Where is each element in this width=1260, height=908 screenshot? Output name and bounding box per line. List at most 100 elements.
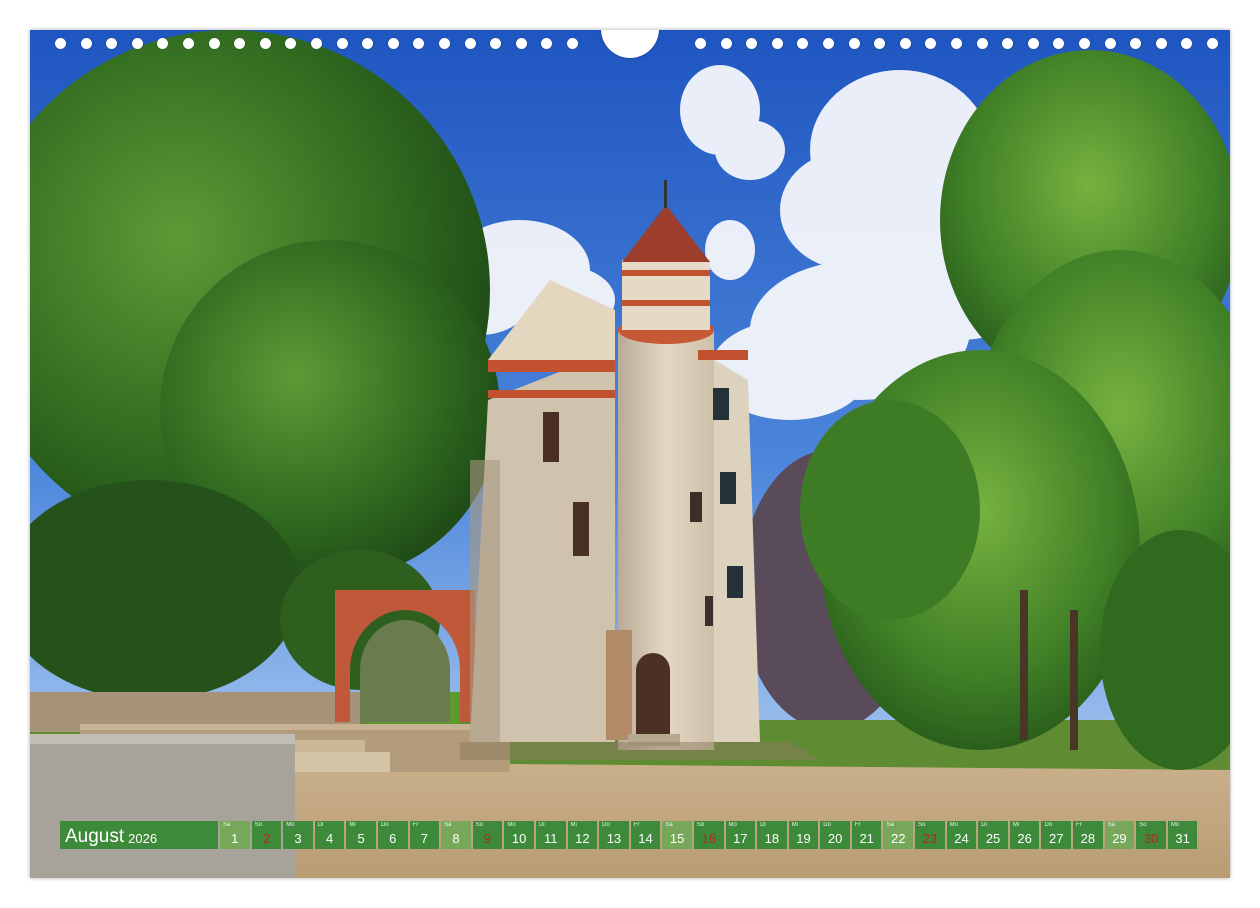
calendar-day: Sa 22 bbox=[883, 821, 914, 849]
day-number: 13 bbox=[606, 831, 622, 846]
binding-hole-icon bbox=[234, 38, 246, 49]
binding-hole-icon bbox=[1130, 38, 1142, 49]
binding-hole-icon bbox=[413, 38, 425, 49]
day-number: 14 bbox=[638, 831, 653, 846]
weekday-abbr: So bbox=[696, 822, 705, 828]
binding-hole-icon bbox=[899, 38, 911, 49]
binding-hole-icon bbox=[874, 38, 886, 49]
binding-hole-icon bbox=[336, 38, 348, 49]
binding-hole-icon bbox=[951, 38, 962, 49]
binding-hole-icon bbox=[183, 38, 194, 49]
binding-hole-icon bbox=[1002, 38, 1014, 49]
binding-hole-icon bbox=[925, 38, 937, 49]
weekday-abbr: Di bbox=[981, 822, 987, 828]
weekday-abbr: So bbox=[475, 822, 484, 828]
day-number: 25 bbox=[985, 831, 1001, 846]
calendar-day: Mo 17 bbox=[725, 821, 756, 849]
day-number: 28 bbox=[1080, 831, 1096, 846]
calendar-day: Mo 10 bbox=[504, 821, 534, 849]
binding-hole-icon bbox=[80, 38, 92, 49]
calendar-day: So 2 bbox=[251, 821, 282, 849]
calendar-day: Do 20 bbox=[820, 821, 850, 849]
weekday-abbr: Sa bbox=[1107, 822, 1115, 828]
day-number: 4 bbox=[325, 831, 334, 846]
weekday-abbr: So bbox=[1139, 822, 1147, 828]
binding-hole-icon bbox=[797, 38, 809, 49]
weekday-abbr: Do bbox=[1044, 822, 1053, 828]
calendar-day: So 16 bbox=[693, 821, 724, 849]
month-year: 2026 bbox=[128, 831, 158, 846]
month-label: August 2026 bbox=[60, 821, 218, 849]
binding-hole-icon bbox=[720, 38, 732, 49]
weekday-abbr: Di bbox=[760, 822, 766, 828]
calendar-day: Sa 1 bbox=[220, 821, 250, 849]
weekday-abbr: Mi bbox=[791, 822, 799, 828]
weekday-abbr: Mi bbox=[570, 822, 577, 828]
day-number: 10 bbox=[511, 831, 527, 846]
calendar-day: Mi 19 bbox=[788, 821, 819, 849]
binding-hole-icon bbox=[285, 38, 297, 49]
day-number: 26 bbox=[1017, 831, 1032, 846]
day-number: 19 bbox=[796, 831, 811, 846]
binding-hole-icon bbox=[157, 38, 169, 49]
weekday-abbr: Fr bbox=[1076, 822, 1082, 828]
weekday-abbr: So bbox=[254, 822, 262, 828]
binding-hole-icon bbox=[848, 38, 860, 49]
day-number: 23 bbox=[922, 831, 938, 846]
day-number: 27 bbox=[1049, 831, 1064, 846]
calendar-day: Mo 3 bbox=[283, 821, 313, 849]
calendar-strip: August 2026 Sa 1 So 2 Mo 3 Di 4 Mi 5 Do 6 Fr 7 Sa 8 So 9 M… bbox=[60, 821, 1198, 849]
weekday-abbr: Do bbox=[823, 822, 831, 828]
day-cells: Sa 1 So 2 Mo 3 Di 4 Mi 5 Do 6 Fr 7 Sa 8 So 9 Mo 10 Di 11 Mi 12 D… bbox=[220, 821, 1198, 849]
day-number: 31 bbox=[1175, 831, 1190, 846]
month-name: August bbox=[65, 826, 125, 847]
day-number: 17 bbox=[733, 831, 748, 846]
calendar-day: Mo 31 bbox=[1167, 821, 1198, 849]
calendar-day: Mo 24 bbox=[946, 821, 977, 849]
day-number: 9 bbox=[483, 831, 492, 846]
day-number: 16 bbox=[701, 831, 716, 846]
binding-hole-icon bbox=[1079, 38, 1090, 49]
binding-hole-icon bbox=[311, 38, 322, 49]
calendar-day: Di 25 bbox=[978, 821, 1008, 849]
binding-hole-icon bbox=[362, 38, 374, 49]
weekday-abbr: Do bbox=[380, 822, 389, 828]
weekday-abbr: Mi bbox=[1012, 822, 1020, 828]
binding-hole-icon bbox=[1053, 38, 1065, 49]
weekday-abbr: Mi bbox=[349, 822, 356, 828]
weekday-abbr: Mo bbox=[1170, 822, 1180, 828]
calendar-day: Do 13 bbox=[599, 821, 629, 849]
day-number: 21 bbox=[859, 831, 874, 846]
calendar-day: Mi 5 bbox=[346, 821, 376, 849]
binding-hole-icon bbox=[976, 38, 988, 49]
weekday-abbr: Sa bbox=[886, 822, 894, 828]
calendar-day: Di 11 bbox=[535, 821, 566, 849]
day-number: 2 bbox=[262, 831, 270, 846]
calendar-day: Di 18 bbox=[757, 821, 787, 849]
binding-hole-icon bbox=[259, 38, 271, 49]
binding-hole-icon bbox=[106, 38, 118, 49]
weekday-abbr: Mo bbox=[728, 822, 737, 828]
day-number: 11 bbox=[543, 831, 558, 846]
calendar-page: August 2026 Sa 1 So 2 Mo 3 Di 4 Mi 5 Do 6 Fr 7 Sa 8 So 9 M… bbox=[30, 30, 1230, 878]
day-number: 8 bbox=[452, 831, 460, 846]
calendar-day: Sa 29 bbox=[1104, 821, 1135, 849]
day-number: 6 bbox=[389, 831, 397, 846]
weekday-abbr: Sa bbox=[223, 822, 231, 828]
binding-hole-icon bbox=[1207, 38, 1218, 49]
calendar-day: Fr 21 bbox=[851, 821, 882, 849]
calendar-day: Sa 15 bbox=[662, 821, 692, 849]
calendar-day: Di 4 bbox=[314, 821, 345, 849]
day-number: 3 bbox=[294, 831, 302, 846]
weekday-abbr: Fr bbox=[633, 822, 640, 828]
day-number: 20 bbox=[827, 831, 843, 846]
binding-hole-icon bbox=[131, 38, 143, 49]
weekday-abbr: Mo bbox=[286, 822, 295, 828]
day-number: 22 bbox=[891, 831, 906, 846]
day-number: 24 bbox=[954, 831, 969, 846]
calendar-day: Fr 7 bbox=[409, 821, 440, 849]
calendar-day: Do 27 bbox=[1041, 821, 1072, 849]
calendar-day: Sa 8 bbox=[441, 821, 471, 849]
binding-hole-icon bbox=[55, 38, 66, 49]
binding-hole-icon bbox=[387, 38, 399, 49]
